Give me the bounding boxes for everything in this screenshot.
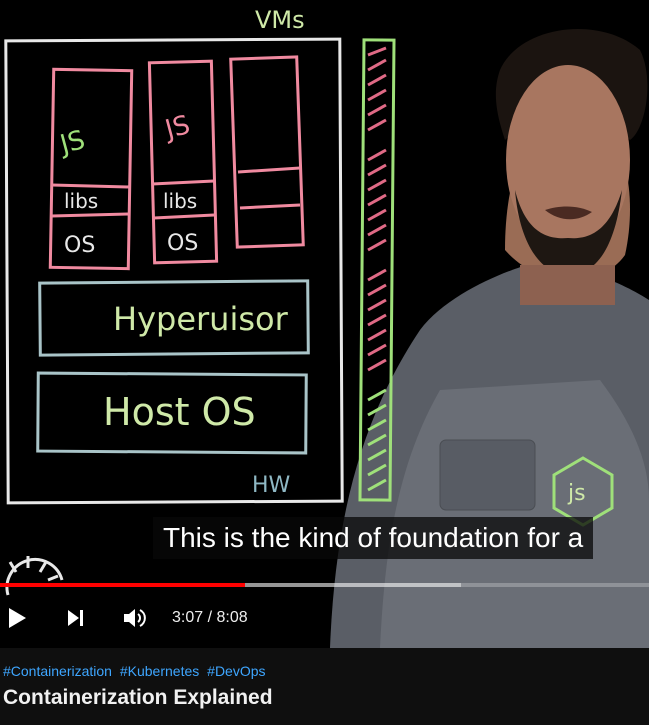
- next-button[interactable]: [60, 596, 90, 640]
- video-player[interactable]: VMs JS JS libs libs OS OS Hyperuisor Hos…: [0, 0, 649, 648]
- player-controls: 3:07 / 8:08: [0, 596, 649, 640]
- hashtag-link[interactable]: #Kubernetes: [120, 663, 199, 679]
- video-info: #Containerization #Kubernetes #DevOps Co…: [0, 648, 649, 725]
- progress-bar[interactable]: [0, 583, 649, 587]
- time-separator: /: [207, 609, 213, 626]
- js-label-1: JS: [55, 125, 88, 161]
- volume-button[interactable]: [118, 596, 152, 640]
- hashtag-link[interactable]: #DevOps: [207, 663, 265, 679]
- vms-label: VMs: [255, 6, 305, 34]
- hashtags: #Containerization #Kubernetes #DevOps: [3, 663, 270, 679]
- progress-played: [0, 583, 246, 587]
- hw-label: HW: [252, 473, 291, 498]
- js-label-2: JS: [160, 110, 193, 146]
- next-icon: [68, 610, 83, 626]
- caption: This is the kind of foundation for a: [153, 517, 594, 559]
- duration: 8:08: [216, 609, 248, 626]
- os-label-2: OS: [167, 231, 198, 256]
- play-icon: [9, 608, 26, 628]
- volume-icon: [124, 609, 146, 627]
- hashtag-link[interactable]: #Containerization: [3, 663, 112, 679]
- libs-label-1: libs: [64, 189, 98, 213]
- libs-label-2: libs: [163, 189, 197, 213]
- loading-spinner-icon: [5, 556, 64, 596]
- host-os-label: Host OS: [103, 390, 256, 434]
- hypervisor-label: Hyperuisor: [113, 300, 289, 338]
- time-display: 3:07 / 8:08: [172, 596, 248, 640]
- current-time: 3:07: [172, 609, 204, 626]
- play-button[interactable]: [0, 596, 34, 640]
- shirt-logo-text: js: [567, 481, 586, 506]
- os-label-1: OS: [64, 233, 95, 258]
- video-title: Containerization Explained: [3, 686, 273, 709]
